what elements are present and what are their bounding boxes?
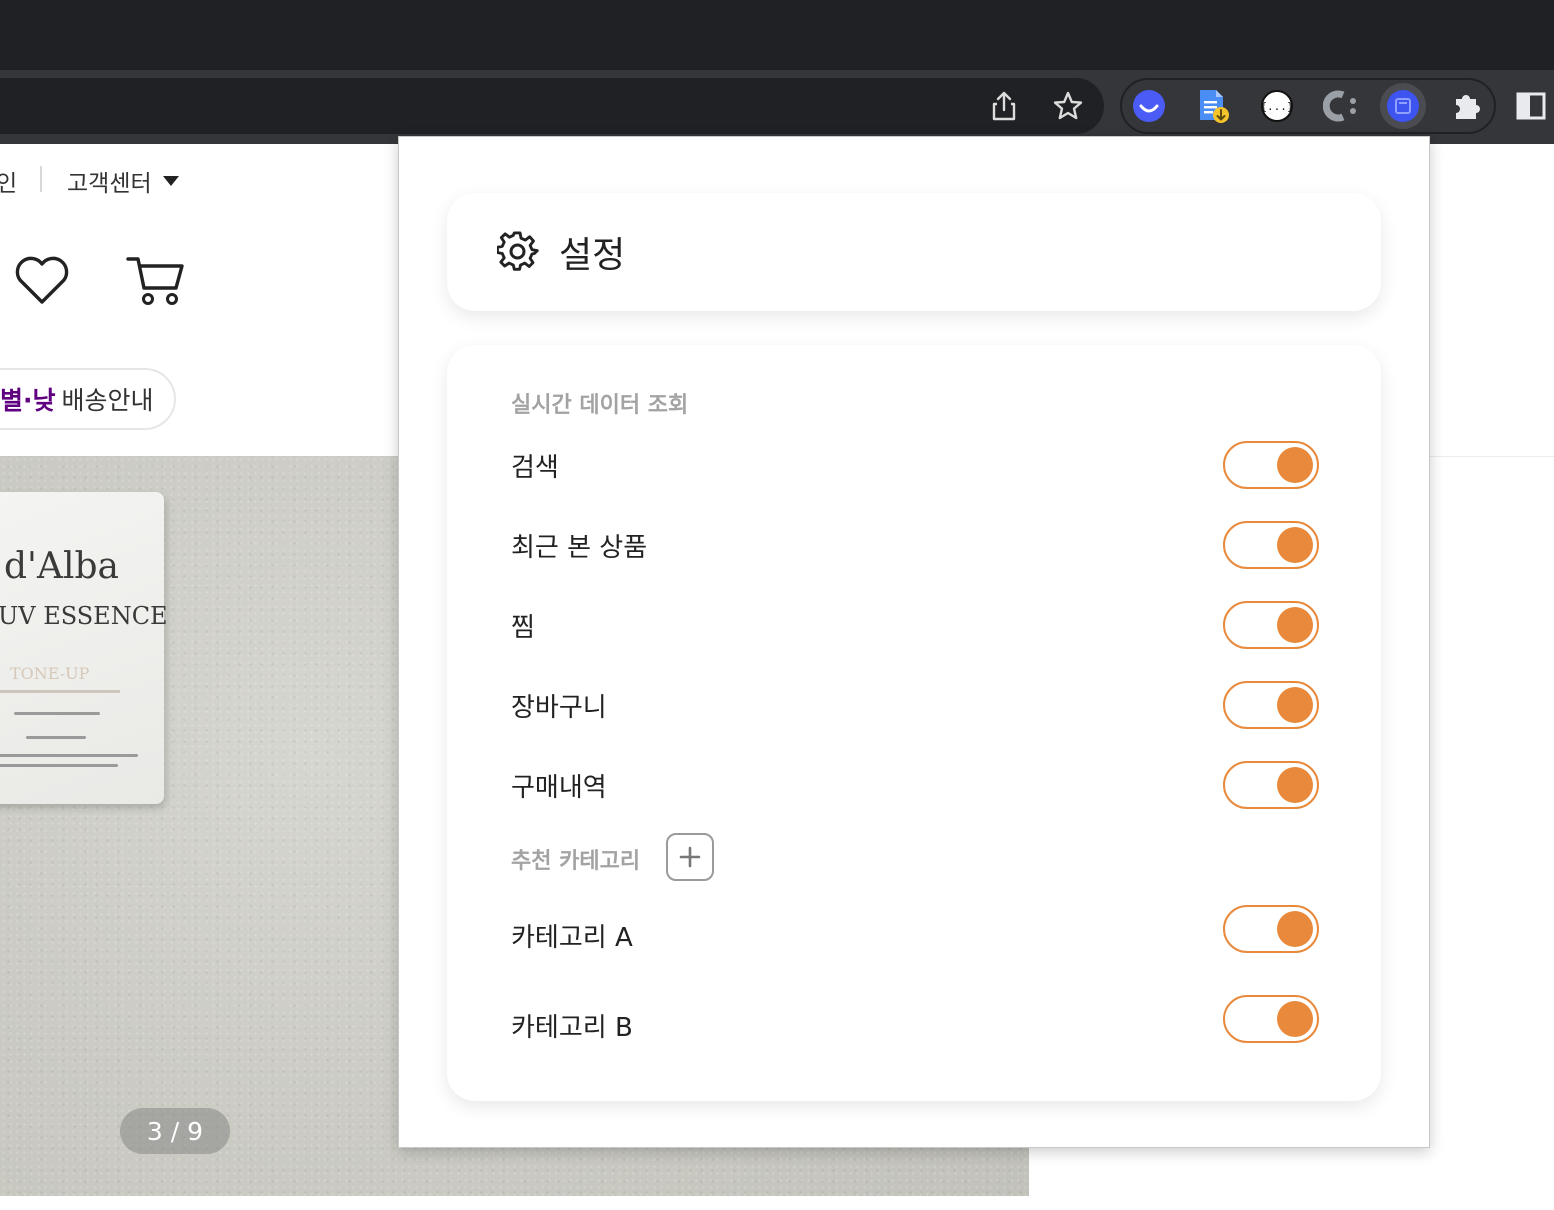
- sachet-fine-print: [0, 754, 138, 757]
- sachet-brand: d'Alba: [4, 546, 119, 587]
- sachet-fine-print: [0, 764, 118, 767]
- settings-card: 실시간 데이터 조회 검색 최근 본 상품 찜 장바구니 구매내역 추천 카테고…: [447, 345, 1381, 1101]
- extensions-group: {...}: [1120, 78, 1496, 134]
- toggle-cart[interactable]: [1223, 681, 1319, 729]
- c-extension-icon[interactable]: [1318, 83, 1364, 129]
- setting-label-wishlist: 찜: [511, 613, 535, 643]
- toggle-knob: [1277, 1001, 1313, 1037]
- toggle-knob: [1277, 911, 1313, 947]
- popup-title: 설정: [559, 235, 626, 276]
- page-header-strip: [1430, 144, 1554, 457]
- nav-separator: [40, 166, 42, 192]
- share-icon[interactable]: [981, 83, 1027, 129]
- setting-label-category-a: 카테고리 A: [511, 923, 633, 953]
- customer-center-link[interactable]: 고객센터: [67, 164, 152, 198]
- svg-text:{...}: {...}: [1260, 100, 1293, 113]
- product-sachet: d'Alba UV ESSENCE TONE-UP: [0, 492, 168, 804]
- delivery-info-button[interactable]: 별·낮 배송안내: [0, 368, 176, 430]
- toggle-search[interactable]: [1223, 441, 1319, 489]
- active-extension-icon[interactable]: [1380, 83, 1426, 129]
- nav-login-link[interactable]: 인: [0, 164, 17, 198]
- sachet-line-name: UV ESSENCE: [0, 602, 168, 630]
- setting-label-cart: 장바구니: [511, 693, 607, 723]
- category-section-title: 추천 카테고리: [511, 849, 641, 874]
- json-viewer-extension-icon[interactable]: {...}: [1254, 83, 1300, 129]
- chevron-down-icon[interactable]: [163, 176, 179, 186]
- toggle-knob: [1277, 687, 1313, 723]
- doc-download-extension-icon[interactable]: [1190, 83, 1236, 129]
- toggle-knob: [1277, 447, 1313, 483]
- setting-label-category-b: 카테고리 B: [511, 1013, 633, 1043]
- toggle-category-a[interactable]: [1223, 905, 1319, 953]
- delivery-highlight: 별·낮: [0, 386, 56, 415]
- setting-label-search: 검색: [511, 453, 559, 483]
- cart-icon[interactable]: [126, 254, 186, 312]
- gear-icon: [497, 231, 539, 273]
- toggle-category-b[interactable]: [1223, 995, 1319, 1043]
- toggle-wishlist[interactable]: [1223, 601, 1319, 649]
- extension-popup: 설정 실시간 데이터 조회 검색 최근 본 상품 찜 장바구니 구매내역 추천 …: [398, 136, 1430, 1148]
- smile-extension-icon[interactable]: [1126, 83, 1172, 129]
- realtime-section-title: 실시간 데이터 조회: [511, 393, 689, 418]
- plus-icon: [679, 846, 701, 868]
- add-category-button[interactable]: [666, 833, 714, 881]
- delivery-label: 배송안내: [61, 386, 154, 415]
- setting-label-purchase-history: 구매내역: [511, 773, 607, 803]
- heart-icon[interactable]: [12, 254, 72, 310]
- slide-counter: 3 / 9: [120, 1108, 230, 1154]
- toggle-knob: [1277, 607, 1313, 643]
- puzzle-extensions-icon[interactable]: [1444, 83, 1490, 129]
- sachet-fine-print: [26, 736, 86, 739]
- toggle-knob: [1277, 527, 1313, 563]
- toggle-purchase-history[interactable]: [1223, 761, 1319, 809]
- toggle-recently-viewed[interactable]: [1223, 521, 1319, 569]
- sachet-fine-print: [14, 712, 100, 715]
- toggle-knob: [1277, 767, 1313, 803]
- bookmark-star-icon[interactable]: [1045, 83, 1091, 129]
- setting-label-recently-viewed: 최근 본 상품: [511, 533, 648, 563]
- browser-toolbar: {...}: [0, 70, 1554, 144]
- popup-header: 설정: [447, 193, 1381, 311]
- sachet-tone: TONE-UP: [10, 664, 90, 683]
- browser-tab-strip: [0, 0, 1554, 70]
- sachet-divider: [0, 690, 120, 693]
- address-bar[interactable]: [0, 78, 1104, 134]
- side-panel-icon[interactable]: [1508, 83, 1554, 129]
